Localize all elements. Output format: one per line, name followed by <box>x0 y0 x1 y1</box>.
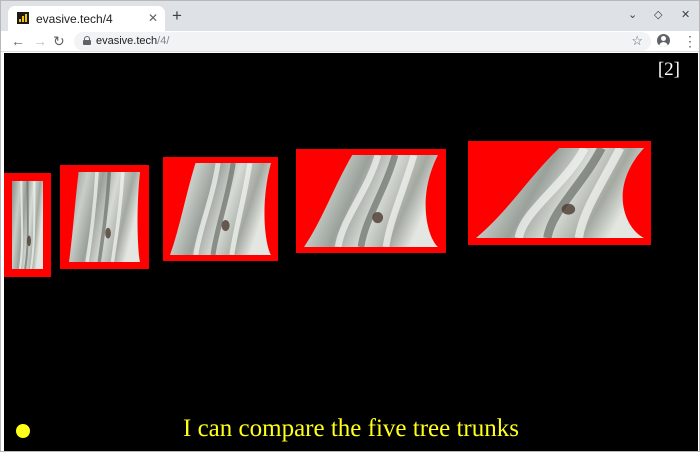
slide-caption: I can compare the five tree trunks <box>183 415 519 442</box>
forward-button[interactable]: → <box>33 33 47 49</box>
url-path: /4/ <box>157 35 170 47</box>
tab-title: evasive.tech/4 <box>36 12 113 26</box>
slide-number: [2] <box>657 59 680 80</box>
new-tab-button[interactable]: + <box>172 7 182 24</box>
trunk-frame-4 <box>296 149 446 253</box>
tree-trunk-image-3 <box>170 163 271 255</box>
account-circle-icon[interactable] <box>657 34 670 47</box>
trunk-frame-3 <box>163 157 278 261</box>
star-icon[interactable]: ☆ <box>631 33 643 49</box>
url-host: evasive.tech <box>96 35 158 47</box>
browser-window: evasive.tech/4 ✕ + ⌄ ◇ ✕ ← → ↻ evasive.t… <box>0 0 700 452</box>
tree-trunk-image-2 <box>69 172 140 262</box>
tree-trunk-image-5 <box>476 148 644 238</box>
tree-trunk-image-4 <box>304 155 438 247</box>
maximize-icon[interactable]: ◇ <box>654 9 662 21</box>
browser-toolbar: ← → ↻ evasive.tech/4/ ☆ ⋮ <box>1 31 699 52</box>
close-window-icon[interactable]: ✕ <box>681 9 690 21</box>
reload-button[interactable]: ↻ <box>53 33 65 49</box>
tree-trunk-image-1 <box>12 181 43 269</box>
tab-active[interactable]: evasive.tech/4 ✕ <box>8 6 165 31</box>
minimize-icon[interactable]: ⌄ <box>628 9 637 21</box>
kebab-menu-icon[interactable]: ⋮ <box>683 33 697 49</box>
url-text: evasive.tech/4/ <box>96 35 169 48</box>
page-viewport: [2] I can compare the five tree trunks <box>4 53 698 451</box>
trunk-frame-1 <box>4 173 51 277</box>
lock-icon[interactable] <box>83 36 91 45</box>
bar-chart-icon <box>17 12 29 24</box>
back-button[interactable]: ← <box>11 33 25 49</box>
tab-strip: evasive.tech/4 ✕ + ⌄ ◇ ✕ <box>1 1 699 31</box>
address-bar[interactable]: evasive.tech/4/ ☆ <box>74 32 651 51</box>
trunk-frame-5 <box>468 141 651 245</box>
trunk-frame-2 <box>60 165 149 269</box>
close-tab-icon[interactable]: ✕ <box>148 11 158 25</box>
